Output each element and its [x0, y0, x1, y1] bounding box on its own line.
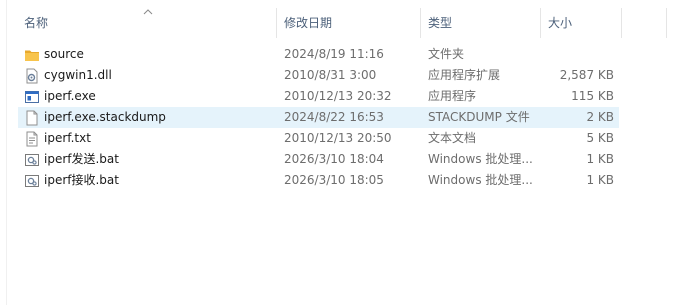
text-file-icon: [24, 131, 40, 147]
file-row[interactable]: iperf接收.bat 2026/3/10 18:05 Windows 批处理...…: [18, 170, 619, 191]
file-size: 2,587 KB: [559, 68, 614, 82]
file-type: STACKDUMP 文件: [428, 110, 530, 124]
column-divider[interactable]: [420, 8, 421, 38]
file-type: 文本文档: [428, 131, 477, 145]
file-size: 5 KB: [586, 131, 614, 145]
file-size: 115 KB: [571, 89, 614, 103]
file-name: iperf.txt: [44, 131, 91, 145]
file-modified-date: 2010/12/13 20:50: [284, 131, 392, 145]
file-row[interactable]: iperf.exe.stackdump 2024/8/22 16:53 STACKD…: [18, 107, 619, 128]
column-divider[interactable]: [540, 8, 541, 38]
file-modified-date: 2024/8/22 16:53: [284, 110, 384, 124]
column-divider[interactable]: [666, 8, 667, 38]
file-name: iperf接收.bat: [44, 173, 119, 187]
file-type: 应用程序扩展: [428, 68, 501, 82]
column-header-size[interactable]: 大小: [548, 16, 572, 30]
file-modified-date: 2026/3/10 18:05: [284, 173, 384, 187]
file-row[interactable]: iperf发送.bat 2026/3/10 18:04 Windows 批处理...…: [18, 149, 619, 170]
column-header-date[interactable]: 修改日期: [284, 16, 332, 30]
file-type: Windows 批处理...: [428, 152, 533, 166]
sort-up-arrow-icon: [143, 9, 153, 15]
column-header-name[interactable]: 名称: [24, 16, 48, 30]
exe-file-icon: [24, 89, 40, 105]
file-type: Windows 批处理...: [428, 173, 533, 187]
column-header-bar: 名称 修改日期 类型 大小: [0, 0, 673, 44]
batch-file-icon: [24, 152, 40, 168]
file-name: cygwin1.dll: [44, 68, 112, 82]
file-row[interactable]: cygwin1.dll 2010/8/31 3:00 应用程序扩展 2,587 KB: [18, 65, 619, 86]
file-modified-date: 2010/12/13 20:32: [284, 89, 392, 103]
file-name: iperf.exe.stackdump: [44, 110, 166, 124]
file-modified-date: 2024/8/19 11:16: [284, 47, 384, 61]
file-list-pane: 名称 修改日期 类型 大小 source 2024/8/19 11:16 文件夹 cy…: [0, 0, 673, 305]
file-type: 应用程序: [428, 89, 477, 103]
file-row[interactable]: source 2024/8/19 11:16 文件夹: [18, 44, 619, 65]
column-divider[interactable]: [621, 8, 622, 38]
file-size: 1 KB: [586, 152, 614, 166]
file-name: iperf.exe: [44, 89, 96, 103]
file-row[interactable]: iperf.txt 2010/12/13 20:50 文本文档 5 KB: [18, 128, 619, 149]
column-header-type[interactable]: 类型: [428, 16, 452, 30]
pane-left-edge: [0, 0, 7, 305]
file-size: 1 KB: [586, 173, 614, 187]
dll-file-icon: [24, 68, 40, 84]
batch-file-icon: [24, 173, 40, 189]
column-divider[interactable]: [276, 8, 277, 38]
file-name: source: [44, 47, 84, 61]
folder-icon: [24, 47, 40, 63]
file-size: 2 KB: [586, 110, 614, 124]
file-row[interactable]: iperf.exe 2010/12/13 20:32 应用程序 115 KB: [18, 86, 619, 107]
file-name: iperf发送.bat: [44, 152, 119, 166]
file-type: 文件夹: [428, 47, 465, 61]
file-modified-date: 2026/3/10 18:04: [284, 152, 384, 166]
file-modified-date: 2010/8/31 3:00: [284, 68, 377, 82]
generic-file-icon: [24, 110, 40, 126]
